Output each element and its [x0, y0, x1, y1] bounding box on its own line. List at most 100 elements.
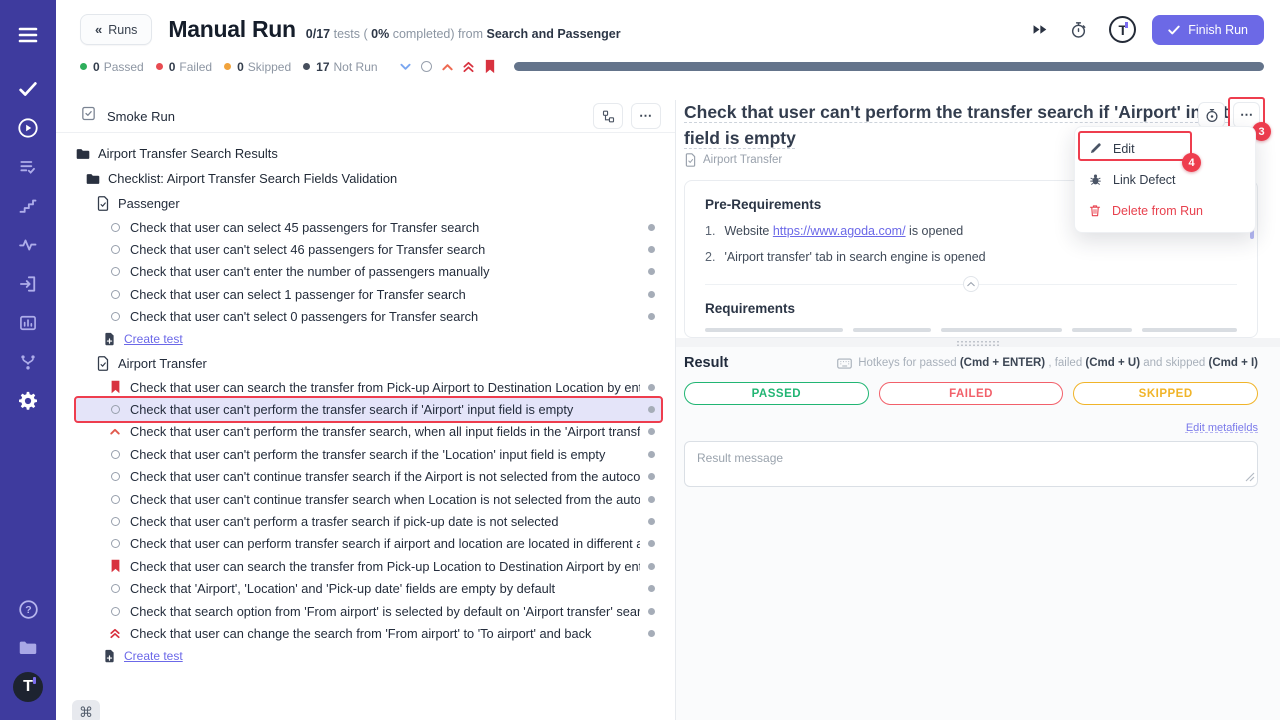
tree-test[interactable]: Check that user can search the transfer … — [76, 376, 661, 398]
steps-icon[interactable] — [11, 189, 45, 223]
status-dot — [648, 496, 655, 503]
branch-icon[interactable] — [11, 345, 45, 379]
result-message-input[interactable] — [684, 441, 1258, 487]
menu-item-edit[interactable]: Edit — [1075, 133, 1255, 164]
run-name: Smoke Run — [107, 109, 175, 124]
menu-item-delete-from-run[interactable]: Delete from Run — [1075, 195, 1255, 226]
status-dot — [648, 473, 655, 480]
status-dot — [648, 630, 655, 637]
status-dot — [648, 384, 655, 391]
t-logo[interactable]: T — [1109, 16, 1136, 43]
double-caret-up-icon[interactable] — [463, 61, 474, 73]
not-run-icon — [108, 517, 122, 526]
tree-more-button[interactable]: ⋯ — [631, 103, 661, 129]
menu-item-link-defect[interactable]: Link Defect — [1075, 164, 1255, 195]
tree-suite[interactable]: Passenger — [76, 191, 661, 216]
circle-icon[interactable] — [421, 61, 432, 72]
not-run-icon — [108, 539, 122, 548]
tree-suite[interactable]: Airport Transfer — [76, 351, 661, 376]
result-heading: Result — [684, 355, 728, 371]
not-run-dot — [303, 63, 310, 70]
help-icon[interactable]: ? — [11, 592, 45, 626]
pulse-icon[interactable] — [11, 228, 45, 262]
command-key-badge: ⌘ — [72, 700, 100, 720]
folder-icon[interactable] — [11, 631, 45, 665]
t-logo[interactable]: T — [11, 670, 45, 704]
tree-test-selected[interactable]: Check that user can't perform the transf… — [76, 398, 661, 420]
test-tree: Airport Transfer Search ResultsChecklist… — [56, 133, 675, 668]
timer-button[interactable] — [1198, 102, 1225, 128]
chevrons-left-icon: « — [95, 22, 101, 37]
app: ? T «Runs Manual Run 0/17 tests ( 0% com… — [0, 0, 1280, 720]
hotkeys-hint: Hotkeys for passed (Cmd + ENTER) , faile… — [837, 357, 1258, 369]
play-circle-icon[interactable] — [11, 111, 45, 145]
caret-up-icon[interactable] — [442, 63, 453, 71]
agoda-link[interactable]: https://www.agoda.com/ — [773, 224, 906, 238]
back-to-runs-button[interactable]: «Runs — [80, 14, 152, 45]
menu-icon[interactable] — [11, 18, 45, 52]
tree-test[interactable]: Check that user can search the transfer … — [76, 555, 661, 577]
prerequirement-item: 2. 'Airport transfer' tab in search engi… — [705, 250, 1237, 264]
not-run-icon — [108, 245, 122, 254]
collapse-toggle[interactable] — [963, 276, 979, 292]
tree-test[interactable]: Check that user can change the search fr… — [76, 622, 661, 644]
tree-test[interactable]: Check that user can't select 46 passenge… — [76, 238, 661, 260]
status-dot — [648, 585, 655, 592]
bookmark-icon[interactable] — [484, 59, 496, 74]
tree-view-button[interactable] — [593, 103, 623, 129]
status-dot — [648, 428, 655, 435]
bar-chart-icon[interactable] — [11, 306, 45, 340]
tree-test[interactable]: Check that user can't select 0 passenger… — [76, 306, 661, 328]
bookmark-icon — [108, 559, 122, 573]
document-check-icon — [96, 356, 110, 371]
task-list-icon[interactable] — [11, 150, 45, 184]
run-stats-row: 0Passed 0Failed 0Skipped 17Not Run — [56, 59, 1280, 74]
tree-test[interactable]: Check that user can perform transfer sea… — [76, 533, 661, 555]
status-dot — [648, 406, 655, 413]
tree-test[interactable]: Check that user can select 45 passengers… — [76, 216, 661, 238]
passed-button[interactable]: PASSED — [684, 382, 869, 405]
tree-test[interactable]: Check that user can't perform a trasfer … — [76, 510, 661, 532]
chevron-down-icon[interactable] — [400, 63, 411, 71]
import-icon[interactable] — [11, 267, 45, 301]
tree-test[interactable]: Check that user can't perform the transf… — [76, 443, 661, 465]
tree-folder[interactable]: Checklist: Airport Transfer Search Field… — [76, 166, 661, 191]
tree-test[interactable]: Check that search option from 'From airp… — [76, 600, 661, 622]
fast-forward-icon[interactable] — [1031, 23, 1048, 36]
not-run-icon — [108, 267, 122, 276]
failed-dot — [156, 63, 163, 70]
tree-test[interactable]: Check that 'Airport', 'Location' and 'Pi… — [76, 577, 661, 599]
status-dot — [648, 451, 655, 458]
tree-test[interactable]: Check that user can select 1 passenger f… — [76, 283, 661, 305]
create-test-link[interactable]: Create test — [76, 328, 661, 351]
bug-icon — [1089, 173, 1102, 186]
test-tree-panel: Smoke Run ⋯ Airport Transfer Search Resu… — [56, 100, 676, 720]
tree-test[interactable]: Check that user can't enter the number o… — [76, 261, 661, 283]
suite-breadcrumb[interactable]: Airport Transfer — [685, 153, 782, 167]
not-run-icon — [108, 290, 122, 299]
caret-up-icon — [108, 428, 122, 435]
splitter-handle[interactable] — [676, 338, 1280, 347]
status-dot — [648, 291, 655, 298]
svg-text:?: ? — [25, 604, 31, 616]
not-run-icon — [108, 472, 122, 481]
gear-icon[interactable] — [11, 384, 45, 418]
skipped-button[interactable]: SKIPPED — [1073, 382, 1258, 405]
not-run-icon — [108, 223, 122, 232]
page-title: Manual Run — [168, 16, 295, 43]
tree-test[interactable]: Check that user can't perform the transf… — [76, 421, 661, 443]
create-test-link[interactable]: Create test — [76, 645, 661, 668]
status-dot — [648, 268, 655, 275]
edit-metafields-link[interactable]: Edit metafields — [1186, 422, 1258, 434]
resize-grip[interactable] — [1245, 469, 1255, 487]
check-icon[interactable] — [11, 72, 45, 106]
failed-button[interactable]: FAILED — [879, 382, 1064, 405]
document-icon — [685, 153, 696, 167]
tree-test[interactable]: Check that user can't continue transfer … — [76, 488, 661, 510]
folder-icon — [86, 173, 100, 185]
tree-folder[interactable]: Airport Transfer Search Results — [76, 141, 661, 166]
finish-run-button[interactable]: Finish Run — [1152, 15, 1264, 45]
tree-test[interactable]: Check that user can't continue transfer … — [76, 466, 661, 488]
stat-passed: 0Passed — [80, 60, 144, 74]
stopwatch-icon[interactable] — [1070, 21, 1087, 39]
